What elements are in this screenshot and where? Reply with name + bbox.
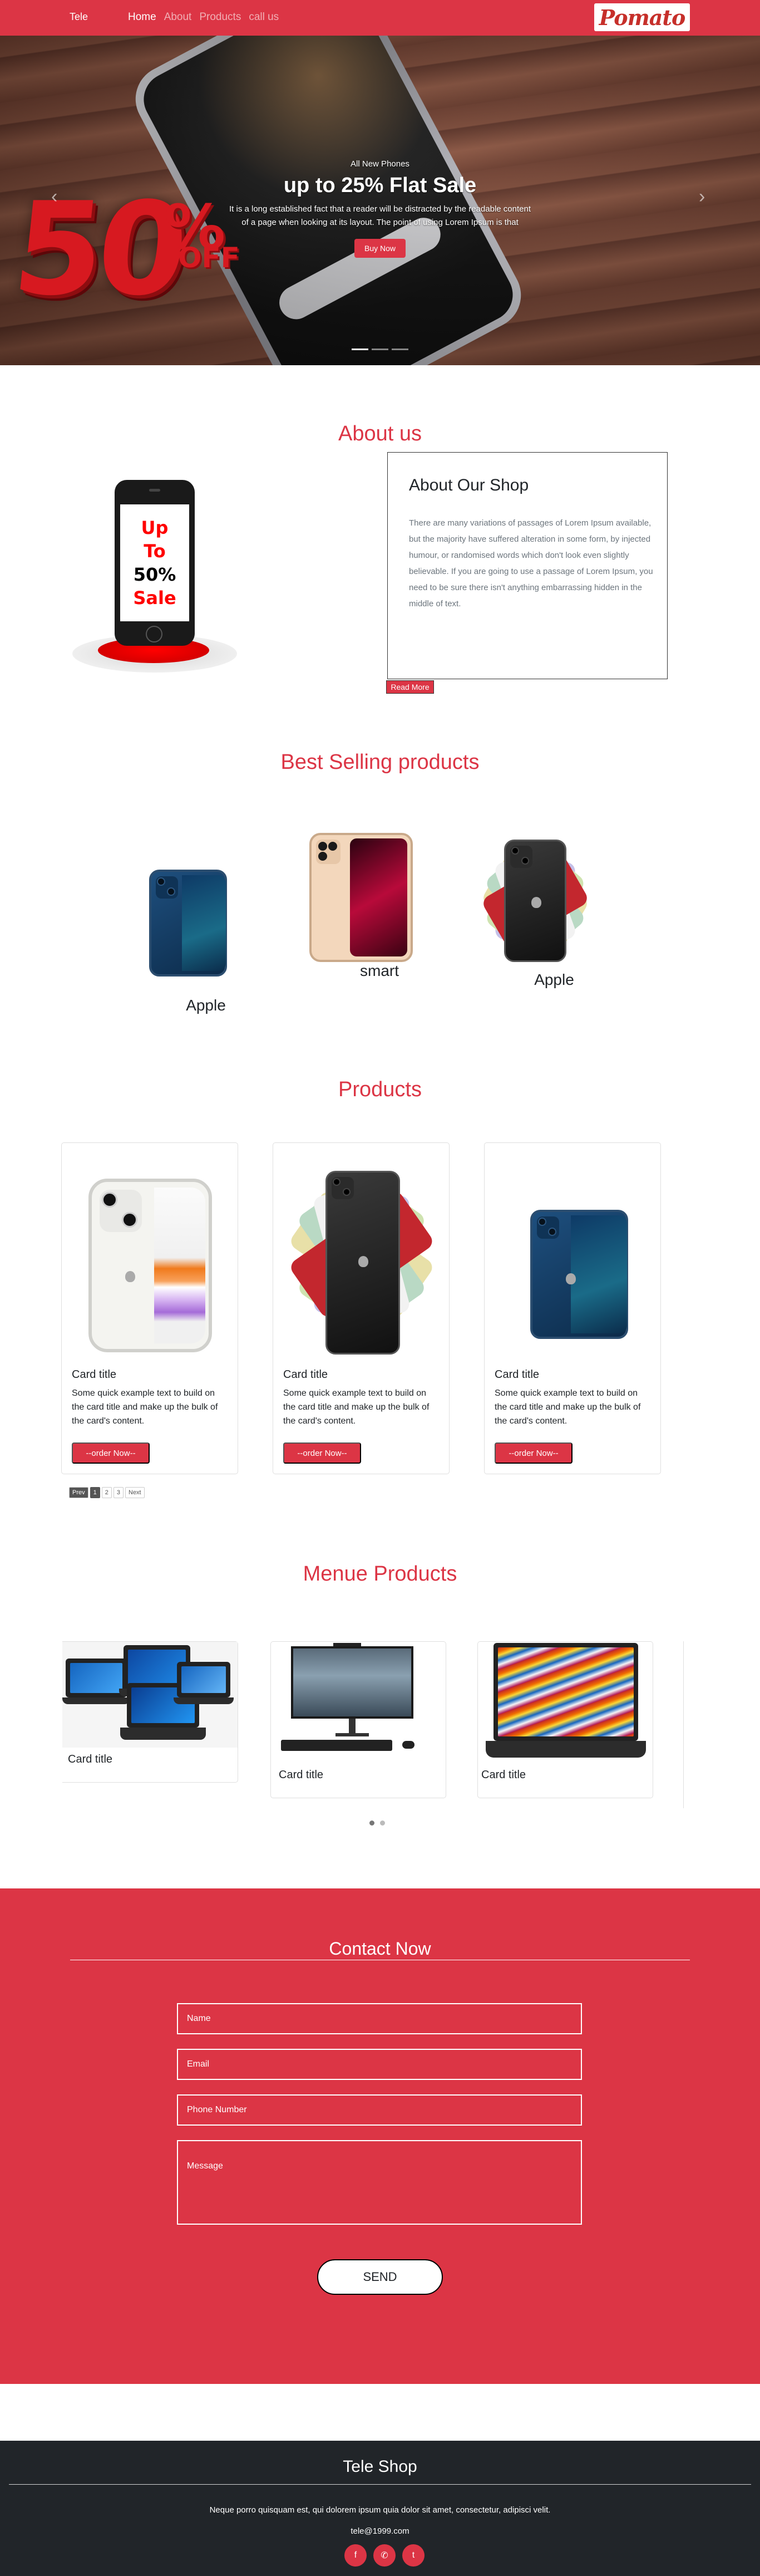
next-card-edge	[683, 1641, 685, 1808]
pager-page-3[interactable]: 3	[113, 1487, 124, 1498]
about-card-title: About Our Shop	[409, 476, 529, 494]
product-card: Card title Some quick example text to bu…	[484, 1142, 661, 1474]
name-field[interactable]: Name	[177, 2003, 582, 2034]
order-now-button[interactable]: --order Now--	[283, 1442, 361, 1464]
pager-page-2[interactable]: 2	[101, 1487, 112, 1498]
nav-link-about[interactable]: About	[164, 11, 192, 23]
order-now-button[interactable]: --order Now--	[495, 1442, 573, 1464]
products-heading: Products	[338, 1078, 422, 1101]
iphone-blue-image	[149, 870, 227, 977]
email-field[interactable]: Email	[177, 2049, 582, 2080]
nav-link-call-us[interactable]: call us	[249, 11, 279, 23]
pager-next[interactable]: Next	[125, 1487, 145, 1498]
best-selling-heading: Best Selling products	[280, 750, 480, 774]
product-card: Card title Some quick example text to bu…	[273, 1142, 450, 1474]
facebook-icon[interactable]: f	[344, 2544, 367, 2567]
product-text: Some quick example text to build on the …	[283, 1388, 430, 1426]
menu-carousel-dots	[369, 1821, 385, 1826]
footer-email[interactable]: tele@1999.com	[0, 2526, 760, 2536]
logo-text: Pomato	[599, 4, 686, 30]
about-card-text: There are many variations of passages of…	[409, 518, 653, 609]
product-text: Some quick example text to build on the …	[72, 1388, 218, 1426]
phone-field[interactable]: Phone Number	[177, 2094, 582, 2126]
twitter-icon[interactable]: t	[402, 2544, 425, 2567]
pomato-logo[interactable]: Pomato	[594, 3, 690, 31]
carousel-dot[interactable]	[380, 1821, 385, 1826]
product-title: Card title	[72, 1368, 117, 1381]
product-title: Card title	[495, 1368, 540, 1381]
carousel-indicator[interactable]	[392, 349, 408, 350]
pagination: Prev 1 2 3 Next	[69, 1487, 145, 1498]
product-text: Some quick example text to build on the …	[495, 1388, 641, 1426]
nav-links: Home About Products call us	[128, 11, 279, 23]
menu-product-card[interactable]: Card title	[270, 1641, 446, 1798]
social-links: f ✆ t	[344, 2544, 425, 2567]
carousel-dot[interactable]	[369, 1821, 374, 1826]
promo-screen: Up To 50% Sale	[120, 504, 189, 621]
iphone-gold-image	[309, 833, 413, 962]
menue-products-heading: Menue Products	[303, 1562, 457, 1586]
product-card: Card title Some quick example text to bu…	[61, 1142, 238, 1474]
promo-phone-image: Up To 50% Sale	[71, 479, 238, 674]
discount-badge-off: OFF	[178, 242, 240, 274]
laptops-image	[62, 1642, 238, 1748]
laptop-image	[478, 1642, 653, 1764]
footer-divider	[9, 2484, 751, 2485]
about-card: About Our Shop There are many variations…	[387, 452, 668, 679]
menu-product-title: Card title	[481, 1769, 526, 1781]
best-selling-label: Apple	[534, 971, 574, 988]
menu-product-card[interactable]: Card title	[62, 1641, 238, 1783]
phone-icon[interactable]: ✆	[373, 2544, 396, 2567]
carousel-indicator[interactable]	[372, 349, 388, 350]
hero-title: up to 25% Flat Sale	[283, 174, 477, 197]
buy-now-button[interactable]: Buy Now	[354, 239, 406, 258]
menu-product-title: Card title	[279, 1769, 324, 1781]
menu-product-title: Card title	[68, 1753, 113, 1765]
all-in-one-pc-image	[271, 1642, 446, 1764]
footer-text: Neque porro quisquam est, qui dolorem ip…	[209, 2505, 551, 2515]
brand-name[interactable]: Tele	[70, 11, 88, 23]
product-image	[283, 1154, 440, 1355]
carousel-indicator[interactable]	[352, 349, 368, 350]
send-button[interactable]: SEND	[317, 2259, 443, 2295]
about-heading: About us	[338, 422, 422, 445]
product-title: Card title	[283, 1368, 328, 1381]
product-image	[495, 1154, 652, 1355]
best-selling-label: smart	[360, 962, 399, 979]
pager-page-1[interactable]: 1	[90, 1487, 100, 1498]
iphone-color-fan-image	[474, 840, 596, 962]
navbar: Tele Home About Products call us Pomato	[0, 0, 760, 36]
carousel-next-icon[interactable]: ›	[699, 186, 705, 208]
product-image	[72, 1154, 229, 1355]
footer: Tele Shop Neque porro quisquam est, qui …	[0, 2441, 760, 2576]
contact-section: Contact Now Name Email Phone Number Mess…	[0, 1888, 760, 2384]
carousel-prev-icon[interactable]: ‹	[51, 186, 57, 208]
pager-prev[interactable]: Prev	[69, 1487, 88, 1498]
footer-title: Tele Shop	[343, 2457, 417, 2476]
nav-link-home[interactable]: Home	[128, 11, 156, 23]
message-field[interactable]: Message	[177, 2140, 582, 2225]
carousel-indicators	[0, 349, 760, 350]
read-more-button[interactable]: Read More	[386, 680, 434, 694]
hero-text: It is a long established fact that a rea…	[229, 204, 531, 227]
nav-link-products[interactable]: Products	[199, 11, 241, 23]
order-now-button[interactable]: --order Now--	[72, 1442, 150, 1464]
hero-carousel: 50 % OFF All New Phones up to 25% Flat S…	[0, 36, 760, 365]
hero-eyebrow: All New Phones	[351, 159, 409, 169]
best-selling-label: Apple	[186, 997, 226, 1014]
menu-product-card[interactable]: Card title	[477, 1641, 653, 1798]
contact-heading: Contact Now	[329, 1939, 431, 1959]
